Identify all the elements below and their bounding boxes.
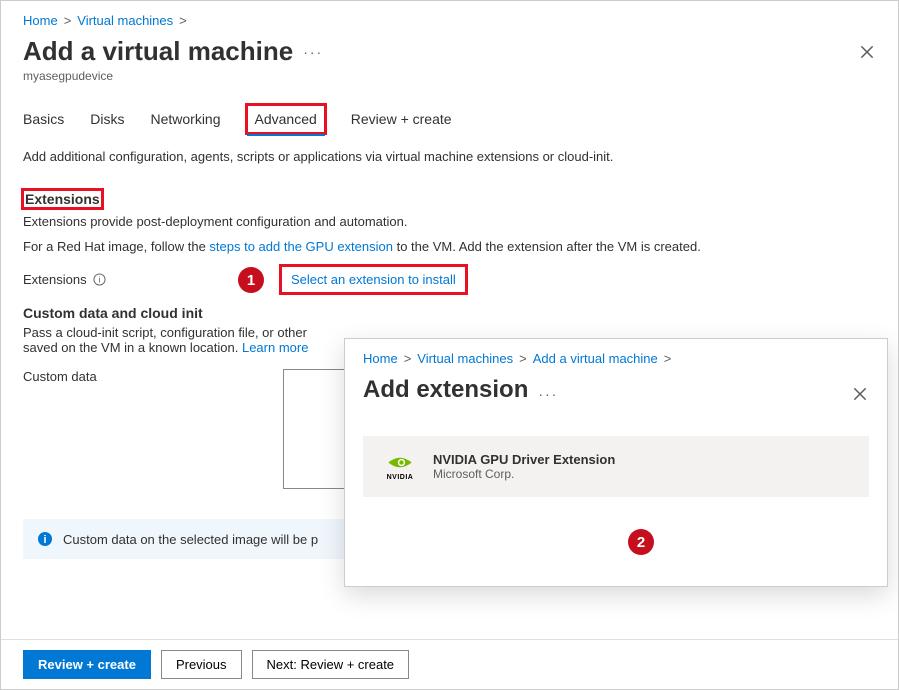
redhat-prefix: For a Red Hat image, follow the (23, 239, 209, 254)
breadcrumb-vms[interactable]: Virtual machines (77, 13, 173, 28)
next-button[interactable]: Next: Review + create (252, 650, 410, 679)
custom-text-1: Pass a cloud-init script, configuration … (23, 325, 307, 340)
breadcrumb-home[interactable]: Home (23, 13, 58, 28)
extension-name: NVIDIA GPU Driver Extension (433, 452, 615, 467)
tabs: Basics Disks Networking Advanced Review … (23, 105, 876, 133)
close-icon[interactable] (858, 43, 876, 61)
tab-disks[interactable]: Disks (90, 105, 124, 133)
panel-bc-home[interactable]: Home (363, 351, 398, 366)
chevron-right-icon: > (519, 351, 527, 366)
panel-bc-add[interactable]: Add a virtual machine (533, 351, 658, 366)
tab-basics[interactable]: Basics (23, 105, 64, 133)
chevron-right-icon: > (179, 13, 187, 28)
custom-text-2: saved on the VM in a known location. (23, 340, 242, 355)
learn-more-link[interactable]: Learn more (242, 340, 308, 355)
gpu-steps-link[interactable]: steps to add the GPU extension (209, 239, 393, 254)
panel-title: Add extension (363, 376, 528, 404)
add-extension-panel: Home > Virtual machines > Add a virtual … (344, 338, 888, 587)
info-icon: i (37, 531, 53, 547)
tab-review[interactable]: Review + create (351, 105, 452, 133)
redhat-note: For a Red Hat image, follow the steps to… (23, 239, 876, 254)
breadcrumb: Home > Virtual machines > (23, 13, 876, 28)
section-title-custom-data: Custom data and cloud init (23, 305, 876, 321)
tab-description: Add additional configuration, agents, sc… (23, 149, 876, 164)
tab-advanced[interactable]: Advanced (247, 105, 325, 133)
callout-badge-2: 2 (628, 529, 654, 555)
more-icon[interactable]: ··· (538, 386, 558, 402)
device-name: myasegpudevice (23, 69, 876, 83)
previous-button[interactable]: Previous (161, 650, 242, 679)
section-title-extensions: Extensions (23, 190, 102, 208)
page-title: Add a virtual machine (23, 36, 293, 67)
extensions-field-label: Extensions (23, 272, 87, 287)
redhat-suffix: to the VM. Add the extension after the V… (393, 239, 701, 254)
chevron-right-icon: > (404, 351, 412, 366)
chevron-right-icon: > (64, 13, 72, 28)
tab-networking[interactable]: Networking (150, 105, 220, 133)
more-icon[interactable]: ··· (303, 44, 323, 60)
svg-text:i: i (43, 534, 46, 546)
review-create-button[interactable]: Review + create (23, 650, 151, 679)
close-icon[interactable] (851, 385, 869, 403)
info-bar-text: Custom data on the selected image will b… (63, 532, 318, 547)
callout-badge-1: 1 (238, 267, 264, 293)
panel-bc-vms[interactable]: Virtual machines (417, 351, 513, 366)
select-extension-link[interactable]: Select an extension to install (291, 272, 456, 287)
panel-breadcrumb: Home > Virtual machines > Add a virtual … (363, 351, 869, 366)
svg-text:i: i (98, 274, 100, 284)
info-icon[interactable]: i (93, 273, 106, 286)
chevron-right-icon: > (664, 351, 672, 366)
extensions-description: Extensions provide post-deployment confi… (23, 214, 876, 229)
nvidia-logo-icon: NVIDIA (381, 453, 419, 481)
footer: Review + create Previous Next: Review + … (1, 639, 898, 689)
nvidia-logo-text: NVIDIA (387, 474, 414, 481)
custom-data-field-label: Custom data (23, 369, 97, 384)
extension-card-nvidia[interactable]: NVIDIA NVIDIA GPU Driver Extension Micro… (363, 436, 869, 497)
extension-publisher: Microsoft Corp. (433, 467, 615, 481)
